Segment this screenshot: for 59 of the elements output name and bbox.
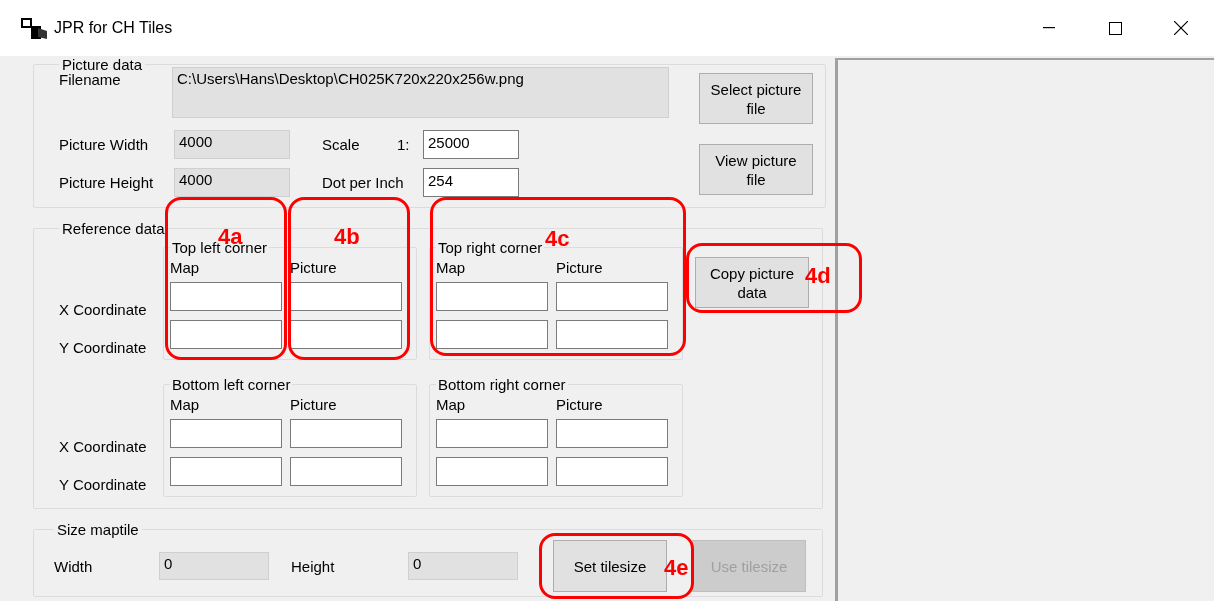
close-icon[interactable] — [1174, 21, 1188, 35]
input-field[interactable] — [556, 282, 668, 311]
scale-prefix: 1: — [397, 136, 411, 153]
row-label: X Coordinate — [59, 437, 148, 457]
corner-title: Top right corner — [437, 239, 544, 256]
app-icon — [20, 17, 48, 39]
input-field[interactable] — [556, 419, 668, 448]
field-label: Picture Height — [59, 174, 155, 191]
input-field[interactable] — [290, 282, 402, 311]
minimize-icon[interactable] — [1043, 27, 1055, 29]
input-field[interactable] — [290, 320, 402, 349]
input-field[interactable] — [290, 457, 402, 486]
input-field[interactable] — [170, 282, 282, 311]
column-header: Picture — [290, 396, 338, 415]
input-field[interactable] — [170, 457, 282, 486]
input-field[interactable] — [436, 282, 548, 311]
window-title: JPR for CH Tiles — [54, 19, 173, 37]
field-label: Picture Width — [59, 136, 150, 153]
height-field[interactable]: 4000 — [174, 168, 290, 197]
group-title: Size maptile — [56, 521, 140, 538]
field-label: Filename — [59, 70, 122, 88]
input-field[interactable] — [556, 457, 668, 486]
filename-field[interactable]: C:\Users\Hans\Desktop\CH025K720x220x256w.png — [172, 67, 669, 118]
maximize-icon[interactable] — [1108, 21, 1122, 35]
group-title: Reference data — [61, 220, 166, 237]
callout-label: 4b — [334, 224, 360, 250]
column-header: Map — [436, 259, 467, 278]
input-field[interactable] — [170, 419, 282, 448]
tile-width-field[interactable]: 0 — [159, 552, 269, 580]
input-field[interactable] — [170, 320, 282, 349]
input-field[interactable] — [290, 419, 402, 448]
column-header: Picture — [290, 259, 338, 278]
row-label: X Coordinate — [59, 300, 148, 320]
callout-label: 4c — [545, 226, 570, 252]
column-header: Picture — [556, 396, 604, 415]
corner-title: Bottom right corner — [437, 376, 567, 393]
column-header: Picture — [556, 259, 604, 278]
corner-title: Bottom left corner — [171, 376, 292, 393]
picture-button[interactable]: Select picture file — [699, 73, 813, 124]
row-label: Y Coordinate — [59, 475, 148, 495]
column-header: Map — [170, 259, 201, 278]
input-field[interactable] — [436, 457, 548, 486]
group-title: Picture data — [61, 56, 144, 73]
callout-label: 4e — [664, 555, 689, 581]
scale-field[interactable]: 25000 — [423, 130, 519, 159]
field-label: Height — [291, 557, 336, 575]
tile-height-field[interactable]: 0 — [408, 552, 518, 580]
field-label: Scale — [322, 136, 361, 153]
dpi-field[interactable]: 254 — [423, 168, 519, 197]
field-label: Width — [54, 557, 94, 575]
column-header: Map — [170, 396, 201, 415]
picture-button[interactable]: View picture file — [699, 144, 813, 195]
field-label: Dot per Inch — [322, 174, 405, 191]
row-label: Y Coordinate — [59, 338, 148, 358]
width-field[interactable]: 4000 — [174, 130, 290, 159]
input-field[interactable] — [556, 320, 668, 349]
input-field[interactable] — [436, 320, 548, 349]
column-header: Map — [436, 396, 467, 415]
input-field[interactable] — [436, 419, 548, 448]
